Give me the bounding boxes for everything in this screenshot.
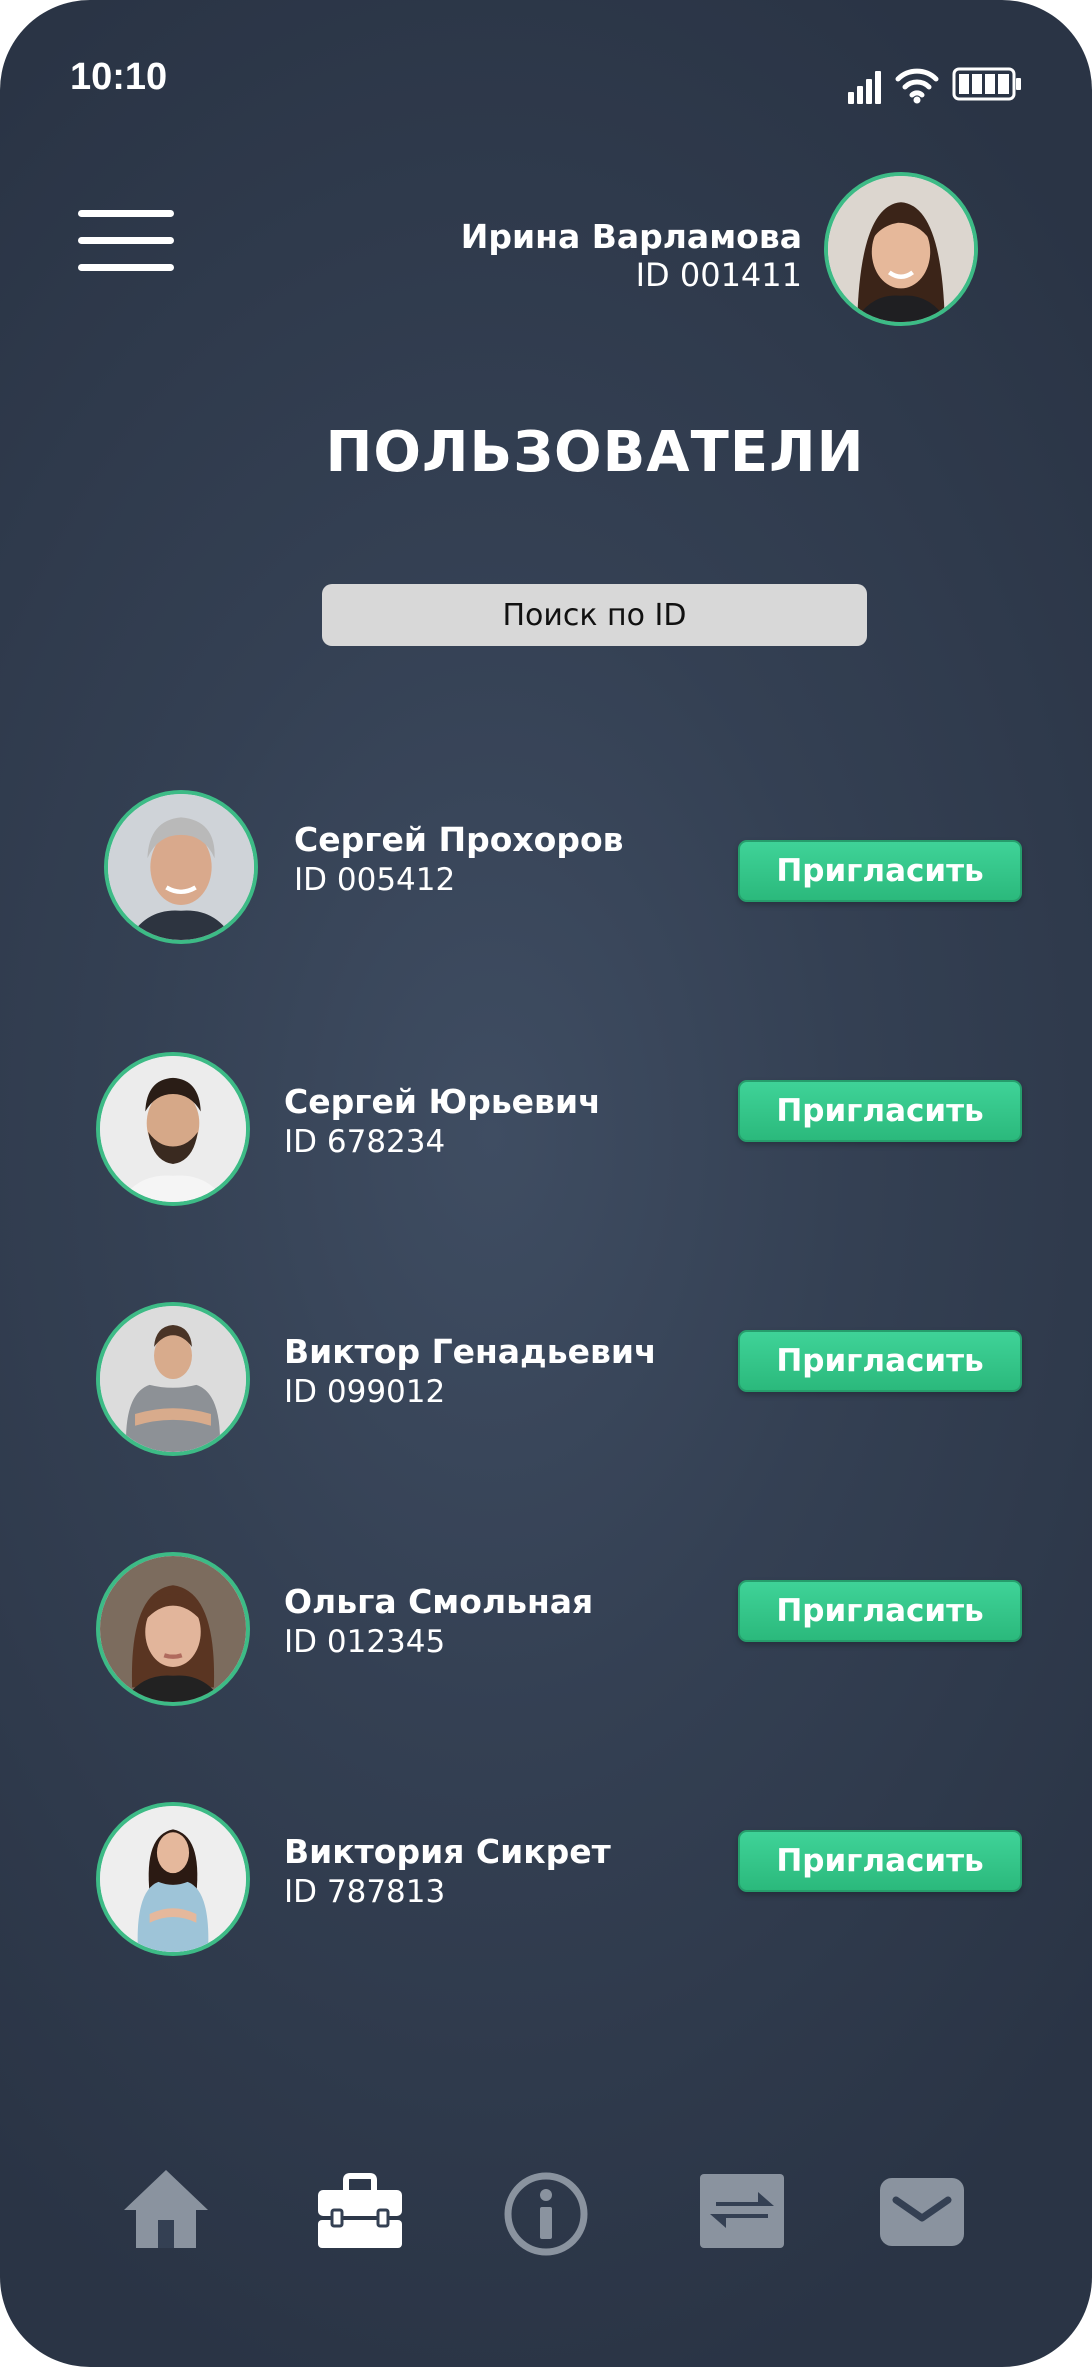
current-user-info: Ирина Варламова ID 001411 [460,217,802,295]
nav-briefcase[interactable] [310,2160,410,2260]
user-name: Виктор Генадьевич [284,1332,657,1371]
user-avatar [96,1302,250,1456]
signal-icon [848,70,884,104]
nav-home[interactable] [116,2160,216,2260]
battery-icon [952,67,1021,101]
user-info: Виктор Генадьевич ID 099012 [284,1332,657,1412]
user-name: Сергей Прохоров [294,820,624,859]
current-user-avatar[interactable] [824,172,978,326]
user-row: Виктор Генадьевич ID 099012 Пригласить [0,1298,1092,1458]
invite-button[interactable]: Пригласить [738,840,1022,902]
invite-button[interactable]: Пригласить [738,1330,1022,1392]
user-id: ID 787813 [284,1874,446,1910]
invite-button[interactable]: Пригласить [738,1830,1022,1892]
user-name: Сергей Юрьевич [284,1082,601,1121]
nav-transfer[interactable] [690,2160,790,2260]
mail-icon [880,2178,964,2246]
user-row: Виктория Сикрет ID 787813 Пригласить [0,1798,1092,1958]
info-icon [504,2172,588,2256]
user-row: Сергей Прохоров ID 005412 Пригласить [0,786,1092,946]
user-name: Виктория Сикрет [284,1832,611,1871]
user-avatar [96,1052,250,1206]
user-row: Сергей Юрьевич ID 678234 Пригласить [0,1048,1092,1208]
user-id: ID 099012 [284,1374,446,1410]
nav-mail[interactable] [872,2160,972,2260]
user-info: Ольга Смольная ID 012345 [284,1582,593,1662]
user-avatar [96,1552,250,1706]
phone-screen: 10:10 Ирина Варламова ID 001411 ПОЛЬЗОВА… [0,0,1092,2367]
transfer-icon [700,2174,784,2248]
user-name: Ольга Смольная [284,1582,594,1621]
user-id: ID 005412 [294,862,456,898]
current-user-name: Ирина Варламова [460,217,802,256]
user-id: ID 678234 [284,1124,446,1160]
user-avatar [96,1802,250,1956]
wifi-icon [895,68,939,104]
search-input[interactable] [322,584,867,646]
user-avatar [104,790,258,944]
user-info: Сергей Юрьевич ID 678234 [284,1082,601,1162]
user-info: Виктория Сикрет ID 787813 [284,1832,611,1912]
current-user-id: ID 001411 [635,256,802,294]
user-info: Сергей Прохоров ID 005412 [294,820,624,900]
user-id: ID 012345 [284,1624,446,1660]
home-icon [124,2170,208,2248]
page-title: ПОЛЬЗОВАТЕЛИ [325,420,865,485]
user-row: Ольга Смольная ID 012345 Пригласить [0,1548,1092,1708]
invite-button[interactable]: Пригласить [738,1080,1022,1142]
hamburger-menu-icon[interactable] [78,210,174,272]
status-time: 10:10 [70,56,168,98]
nav-info[interactable] [496,2164,596,2264]
invite-button[interactable]: Пригласить [738,1580,1022,1642]
briefcase-icon [318,2173,402,2248]
